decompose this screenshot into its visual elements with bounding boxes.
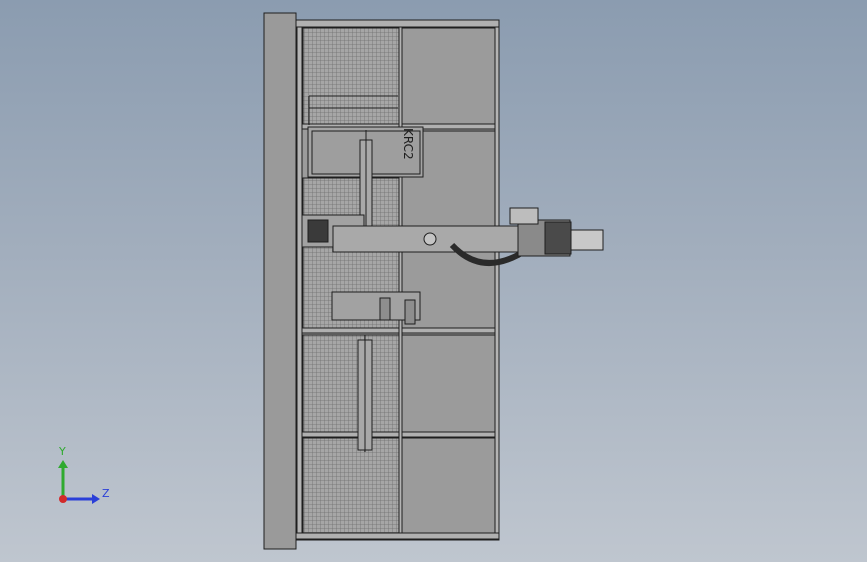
z-axis-arrow (92, 494, 100, 504)
cad-viewport[interactable]: KRC2 Y Z (0, 0, 867, 562)
fixture-clamp (379, 297, 391, 321)
base-plate (263, 12, 297, 550)
post-left (296, 26, 303, 534)
rail-3 (295, 431, 500, 438)
mesh-panel-3 (302, 334, 401, 434)
fixture-leg (404, 299, 416, 325)
rail-top (295, 19, 500, 28)
robot-motor (307, 219, 329, 243)
rail-2 (295, 327, 500, 334)
y-axis-label: Y (58, 445, 66, 458)
wrist-motor (509, 207, 539, 225)
rail-4 (295, 532, 500, 540)
z-axis-label: Z (102, 487, 110, 500)
tool-housing (544, 221, 572, 255)
triad-origin (59, 495, 67, 503)
robot-cell-model[interactable]: KRC2 (263, 12, 604, 550)
y-axis-arrow (58, 460, 68, 468)
mesh-panel-4 (302, 437, 401, 534)
solid-panel-1 (400, 27, 497, 127)
post-right (494, 26, 500, 534)
orientation-triad: Y Z (58, 445, 110, 504)
solid-panel-4 (400, 437, 497, 534)
post-middle (398, 26, 403, 534)
solid-panel-3 (400, 334, 497, 434)
boom-joint (423, 232, 437, 246)
mesh-panel-1 (302, 27, 401, 127)
controller-label: KRC2 (401, 128, 415, 160)
tool-flange (569, 229, 604, 251)
